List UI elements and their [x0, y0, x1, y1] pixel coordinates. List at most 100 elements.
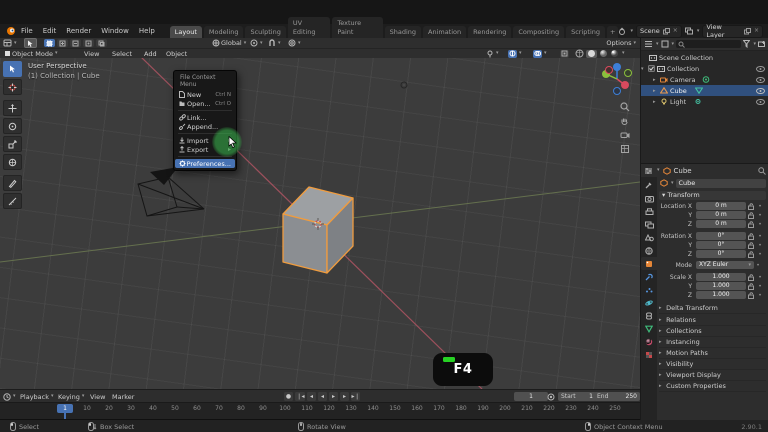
properties-editor-type-button[interactable] [644, 167, 653, 175]
rotation-z-input[interactable]: 0° [696, 250, 746, 258]
lock-icon[interactable] [746, 211, 756, 219]
new-scene-icon[interactable] [662, 27, 670, 35]
play-icon[interactable]: ▸ [329, 392, 338, 401]
display-mode-button[interactable] [661, 40, 669, 48]
animate-dot-icon[interactable]: • [756, 251, 764, 258]
hide-eye-icon[interactable] [756, 76, 765, 83]
scale-x-input[interactable]: 1.000 [696, 273, 746, 281]
animate-dot-icon[interactable]: • [756, 242, 764, 249]
object-type-visibility-dropdown[interactable]: ▾ [486, 49, 499, 58]
new-view-layer-icon[interactable] [743, 27, 751, 35]
tab-scene[interactable] [641, 231, 657, 244]
jump-to-end-icon[interactable]: ▸❘ [351, 392, 360, 401]
select-mode-intersect-icon[interactable] [96, 39, 107, 47]
scene-browse-icon[interactable] [618, 27, 626, 35]
hide-eye-icon[interactable] [756, 65, 765, 72]
ruler-tick[interactable]: 30 [121, 405, 141, 412]
select-mode-set-icon[interactable] [44, 39, 55, 47]
tab-physics[interactable] [641, 296, 657, 309]
ruler-tick[interactable]: 120 [319, 405, 339, 412]
menu-window[interactable]: Window [96, 27, 134, 35]
select-mode-extend-icon[interactable] [57, 39, 68, 47]
shading-solid-icon[interactable] [586, 49, 597, 58]
new-collection-icon[interactable] [758, 40, 766, 48]
ruler-tick[interactable]: 170 [429, 405, 449, 412]
transform-panel-header[interactable]: ▾ Transform [659, 191, 766, 200]
ruler-tick[interactable]: 80 [231, 405, 251, 412]
panel-custom-properties[interactable]: ▸ Custom Properties [659, 381, 766, 392]
ruler-tick[interactable]: 180 [451, 405, 471, 412]
location-z-input[interactable]: 0 m [696, 220, 746, 228]
panel-visibility[interactable]: ▸ Visibility [659, 359, 766, 370]
menu-file[interactable]: File [16, 27, 38, 35]
rotation-x-input[interactable]: 0° [696, 232, 746, 240]
editor-type-button[interactable]: ▾ [3, 38, 17, 48]
ruler-tick[interactable]: 50 [165, 405, 185, 412]
end-frame-field[interactable]: End 250 [594, 392, 640, 401]
record-icon[interactable]: ● [284, 392, 293, 401]
select-mode-invert-icon[interactable] [83, 39, 94, 47]
animate-dot-icon[interactable]: • [756, 203, 764, 210]
tab-sculpting[interactable]: Sculpting [245, 25, 286, 38]
object-name-input[interactable]: Cube [675, 178, 766, 188]
location-y-input[interactable]: 0 m [696, 211, 746, 219]
ruler-tick[interactable]: 110 [297, 405, 317, 412]
menu-item-new[interactable]: New Ctrl N [175, 90, 235, 99]
ruler-tick[interactable]: 150 [385, 405, 405, 412]
menu-edit[interactable]: Edit [38, 27, 62, 35]
lock-icon[interactable] [746, 241, 756, 249]
next-keyframe-icon[interactable]: ▸ [340, 392, 349, 401]
scale-y-input[interactable]: 1.000 [696, 282, 746, 290]
ruler-tick[interactable]: 90 [253, 405, 273, 412]
prev-keyframe-icon[interactable]: ◂ [307, 392, 316, 401]
animate-dot-icon[interactable]: • [756, 221, 764, 228]
outliner-row-cube[interactable]: ▸ Cube [641, 85, 768, 96]
proportional-editing-icon[interactable]: ▾ [288, 38, 301, 48]
ruler-tick[interactable]: 20 [99, 405, 119, 412]
lock-icon[interactable] [746, 232, 756, 240]
ruler-tick[interactable]: 130 [341, 405, 361, 412]
ruler-tick[interactable]: 190 [473, 405, 493, 412]
ruler-tick[interactable]: 60 [187, 405, 207, 412]
tab-texture-paint[interactable]: Texture Paint [332, 17, 383, 38]
ruler-tick[interactable]: 100 [275, 405, 295, 412]
tab-shading[interactable]: Shading [384, 25, 421, 38]
tab-world[interactable] [641, 244, 657, 257]
animate-dot-icon[interactable]: • [756, 283, 764, 290]
tab-layout[interactable]: Layout [169, 25, 202, 38]
tab-particles[interactable] [641, 283, 657, 296]
ruler-tick[interactable]: 160 [407, 405, 427, 412]
lock-icon[interactable] [746, 220, 756, 228]
lock-icon[interactable] [746, 291, 756, 299]
animate-dot-icon[interactable]: • [756, 233, 764, 240]
pivot-point-dropdown[interactable]: ▾ [250, 38, 263, 48]
disclosure-icon[interactable]: ▾ [641, 66, 646, 72]
tab-compositing[interactable]: Compositing [513, 25, 565, 38]
ruler-tick[interactable]: 40 [143, 405, 163, 412]
ruler-tick[interactable]: 140 [363, 405, 383, 412]
panel-motion-paths[interactable]: ▸ Motion Paths [659, 348, 766, 359]
panel-instancing[interactable]: ▸ Instancing [659, 337, 766, 348]
menu-object[interactable]: Object [166, 49, 187, 58]
xray-toggle[interactable] [560, 49, 569, 58]
animate-dot-icon[interactable]: • [756, 292, 764, 299]
disclosure-icon[interactable]: ▸ [653, 99, 658, 105]
outliner-row-scene-collection[interactable]: Scene Collection [641, 52, 768, 63]
tool-transform-button[interactable] [3, 154, 22, 170]
menu-item-open[interactable]: Open... Ctrl O [175, 99, 235, 108]
panel-collections[interactable]: ▸ Collections [659, 326, 766, 337]
menu-add[interactable]: Add [144, 49, 157, 58]
tab-modeling[interactable]: Modeling [203, 25, 244, 38]
tab-scripting[interactable]: Scripting [566, 25, 605, 38]
outliner-editor-type-button[interactable] [644, 40, 653, 48]
snapping-magnet-icon[interactable]: ▾ [268, 38, 281, 48]
checkbox-icon[interactable] [648, 65, 655, 72]
menu-item-link[interactable]: Link... [175, 113, 235, 122]
tab-view-layer[interactable] [641, 218, 657, 231]
animate-dot-icon[interactable]: • [754, 262, 762, 269]
rotation-mode-dropdown[interactable]: XYZ Euler ▾ [696, 261, 754, 269]
auto-keying-icon[interactable] [547, 393, 555, 401]
ruler-tick[interactable]: 210 [517, 405, 537, 412]
timeline-ruler[interactable]: 1 10 20 30 40 50 60 70 80 90 100 110 120 130 140 150 16… [0, 402, 640, 420]
tool-rotate-button[interactable] [3, 118, 22, 134]
